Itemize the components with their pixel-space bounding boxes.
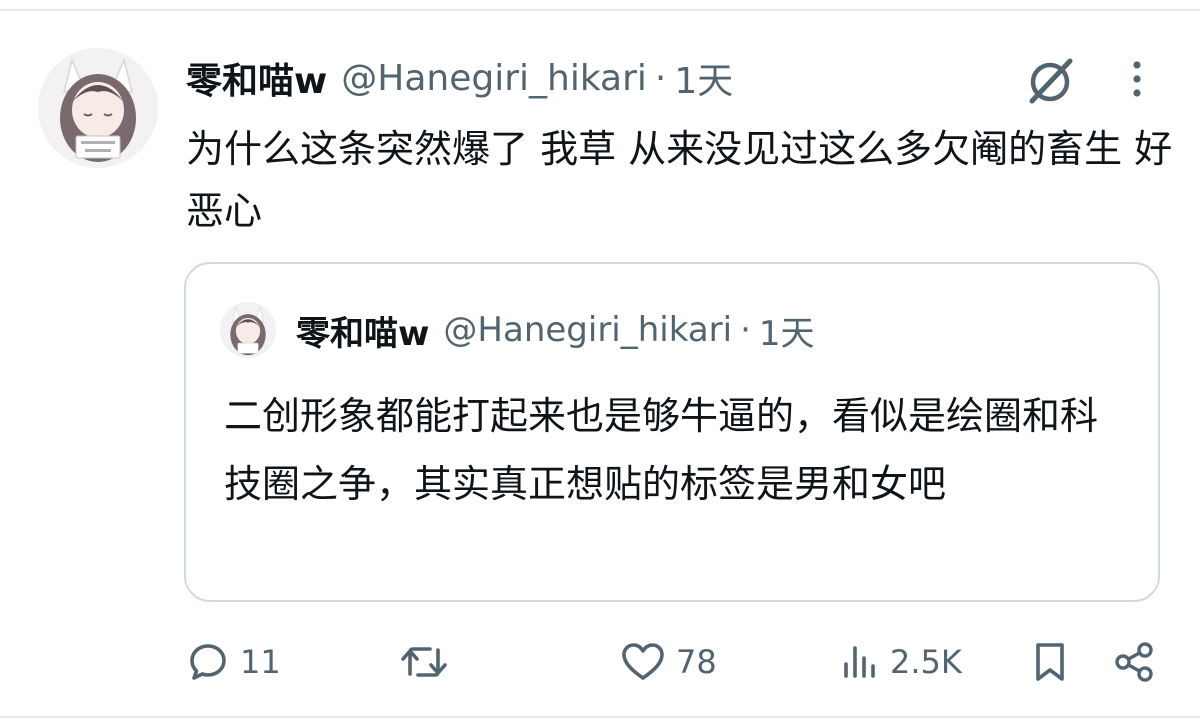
bookmark-button[interactable]: [1030, 630, 1070, 694]
quoted-tweet-text: 二创形象都能打起来也是够牛逼的，看似是绘圈和科技圈之争，其实真正想贴的标签是男和…: [224, 394, 1099, 506]
more-vertical-icon[interactable]: [1122, 57, 1152, 101]
quoted-tweet[interactable]: 零和喵w @Hanegiri_hikari · 1天 二创形象都能打起来也是够牛…: [184, 262, 1160, 602]
share-button[interactable]: [1112, 630, 1156, 694]
bottom-divider: [0, 716, 1200, 718]
heart-icon: [620, 640, 666, 684]
quoted-author-handle: @Hanegiri_hikari: [443, 310, 733, 350]
bookmark-icon: [1030, 640, 1070, 684]
quoted-tweet-header: 零和喵w @Hanegiri_hikari · 1天: [296, 306, 815, 354]
quoted-author-name: 零和喵w: [296, 313, 430, 354]
grok-icon[interactable]: [1024, 55, 1076, 107]
tweet-text: 为什么这条突然爆了 我草 从来没见过这么多欠阉的畜生 好恶心: [186, 127, 1173, 233]
reply-count: 11: [240, 643, 281, 681]
separator-dot: ·: [654, 57, 667, 99]
author-handle[interactable]: @Hanegiri_hikari: [341, 58, 647, 99]
retweet-icon: [398, 640, 450, 684]
views-icon: [840, 640, 880, 684]
quoted-timestamp: 1天: [758, 313, 815, 354]
like-count: 78: [676, 643, 717, 681]
retweet-button[interactable]: [398, 630, 450, 694]
separator-dot: ·: [740, 310, 751, 350]
action-bar: 11 78 2.5K: [0, 630, 1200, 694]
views-button[interactable]: 2.5K: [840, 630, 962, 694]
tweet-header: 零和喵w @Hanegiri_hikari · 1天: [186, 52, 733, 104]
top-divider: [0, 9, 1200, 11]
reply-icon: [186, 640, 230, 684]
author-name[interactable]: 零和喵w: [186, 52, 327, 104]
like-button[interactable]: 78: [620, 630, 717, 694]
tweet-timestamp[interactable]: 1天: [674, 52, 733, 104]
views-count: 2.5K: [890, 643, 962, 681]
quoted-author-avatar: [220, 302, 276, 358]
reply-button[interactable]: 11: [186, 630, 281, 694]
author-avatar[interactable]: [38, 48, 158, 168]
share-icon: [1112, 640, 1156, 684]
